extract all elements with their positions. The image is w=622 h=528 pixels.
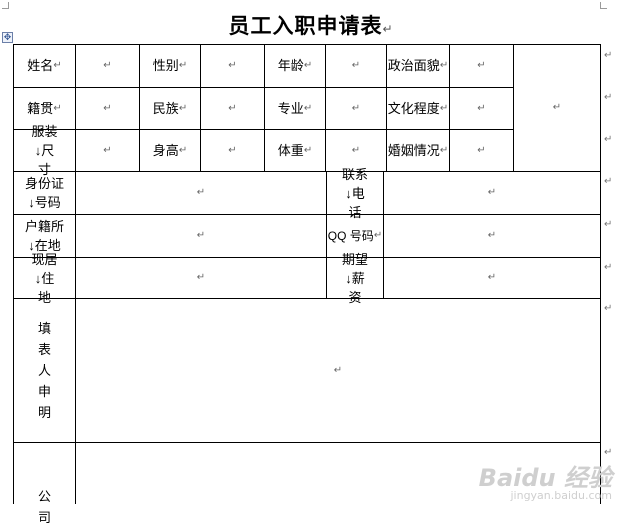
label-id-number: 身份证↓号码 [24,176,64,210]
label-ethnicity: 民族 ↵ [152,100,188,116]
field-education[interactable]: ↵ [450,88,513,129]
row-end-mark: ↵ [604,447,613,458]
label-phone: 联系↓电话 [341,166,368,220]
field-hukou-location[interactable]: ↵ [76,215,326,257]
label-company: 公司 [37,489,51,525]
field-current-residence[interactable]: ↵ [76,258,326,298]
field-marital-status[interactable]: ↵ [450,130,513,171]
label-current-residence: 现居↓住地 [31,251,58,305]
photo-area[interactable]: ↵ [514,45,600,171]
field-clothing-size[interactable]: ↵ [76,130,139,171]
watermark: Baidu 经验 jingyan.baidu.com [479,458,612,502]
field-political-status[interactable]: ↵ [450,45,513,87]
field-height[interactable]: ↵ [201,130,264,171]
label-applicant-declaration: 填表人申明 [37,321,51,420]
field-age[interactable]: ↵ [326,45,386,87]
field-major[interactable]: ↵ [326,88,386,129]
label-height: 身高 ↵ [152,142,188,158]
watermark-brand: Baidu 经验 [478,464,612,492]
row-end-mark: ↵ [604,219,613,230]
field-name[interactable]: ↵ [76,45,139,87]
label-gender: 性别 ↵ [152,58,188,73]
field-qq-number[interactable]: ↵ [384,215,600,257]
label-major: 专业 ↵ [277,100,313,116]
row-end-mark: ↵ [604,176,613,187]
field-gender[interactable]: ↵ [201,45,264,87]
label-weight: 体重 ↵ [277,142,313,158]
label-clothing-size: 服装↓尺寸 [31,124,58,177]
field-id-number[interactable]: ↵ [76,172,326,214]
row-end-mark: ↵ [604,92,613,103]
field-phone[interactable]: ↵ [384,172,600,214]
label-marital-status: 婚姻情况 ↵ [387,142,449,158]
label-political-status: 政治面貌 ↵ [387,58,449,73]
label-name: 姓名 ↵ [27,58,62,73]
row-end-mark: ↵ [604,303,613,314]
field-native-place[interactable]: ↵ [76,88,139,129]
field-applicant-declaration[interactable]: ↵ [76,299,600,442]
field-ethnicity[interactable]: ↵ [201,88,264,129]
label-expected-salary: 期望↓薪资 [341,251,368,305]
row-end-mark: ↵ [604,50,613,61]
field-expected-salary[interactable]: ↵ [384,258,600,298]
label-education: 文化程度 ↵ [387,100,449,116]
row-end-mark: ↵ [604,262,613,273]
row-end-mark: ↵ [604,134,613,145]
label-age: 年龄 ↵ [277,58,313,73]
